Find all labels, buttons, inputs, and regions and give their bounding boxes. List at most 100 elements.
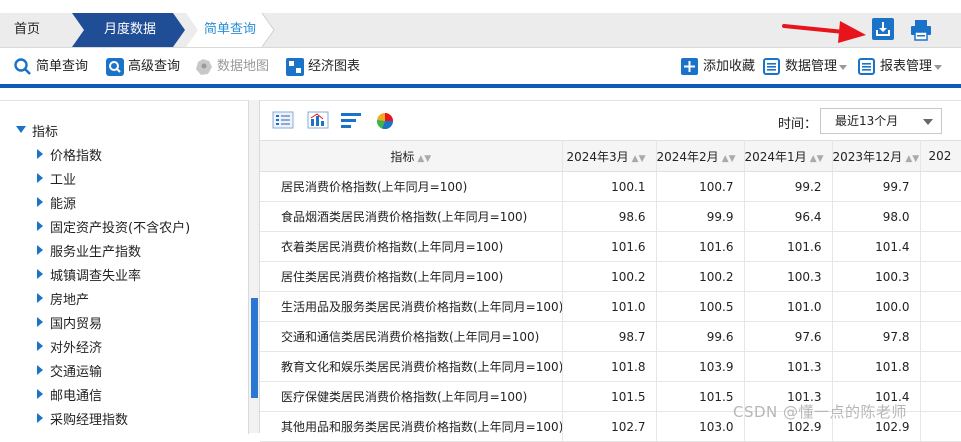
econ-chart-button[interactable]: 经济图表 bbox=[286, 57, 366, 77]
caret-right-icon bbox=[37, 365, 43, 375]
value-cell: 99.2 bbox=[744, 171, 833, 202]
column-header[interactable]: 2024年3月 ▲▼ bbox=[562, 140, 657, 172]
download-button[interactable] bbox=[872, 18, 894, 40]
value-cell: 100.0 bbox=[832, 291, 921, 322]
pie-chart-icon[interactable] bbox=[374, 111, 396, 129]
table-row: 生活用品及服务类居民消费价格指数(上年同月=100) 101.0 100.5 101.… bbox=[260, 291, 961, 322]
indicator-cell[interactable]: 食品烟酒类居民消费价格指数(上年同月=100) bbox=[260, 201, 563, 232]
value-cell bbox=[920, 351, 961, 382]
time-range-value: 最近13个月 bbox=[835, 114, 899, 128]
data-table: 指标 ▲▼ 2024年3月 ▲▼ 2024年2月 ▲▼ 2024年1月 ▲▼ 2023年… bbox=[260, 140, 961, 442]
caret-right-icon bbox=[37, 269, 43, 279]
indicator-cell[interactable]: 衣着类居民消费价格指数(上年同月=100) bbox=[260, 231, 563, 262]
list-icon bbox=[763, 58, 780, 75]
sort-icon: ▲▼ bbox=[721, 153, 736, 164]
tree-item-label: 对外经济 bbox=[50, 341, 103, 356]
column-header[interactable]: 2024年2月 ▲▼ bbox=[656, 140, 745, 172]
value-cell: 101.0 bbox=[562, 291, 657, 322]
sort-icon: ▲▼ bbox=[631, 153, 646, 164]
econ-chart-label: 经济图表 bbox=[308, 59, 361, 74]
value-cell: 98.7 bbox=[562, 321, 657, 352]
column-header-indicator[interactable]: 指标 ▲▼ bbox=[260, 140, 563, 172]
advanced-query-button[interactable]: 高级查询 bbox=[106, 57, 186, 77]
table-row: 食品烟酒类居民消费价格指数(上年同月=100) 98.6 99.9 96.4 98.0 bbox=[260, 201, 961, 232]
value-cell bbox=[920, 261, 961, 292]
caret-right-icon bbox=[37, 245, 43, 255]
value-cell: 99.9 bbox=[656, 201, 745, 232]
value-cell: 99.6 bbox=[656, 321, 745, 352]
print-button[interactable] bbox=[909, 19, 933, 41]
report-manage-button[interactable]: 报表管理 bbox=[858, 57, 946, 77]
chevron-down-icon bbox=[934, 65, 942, 70]
value-cell bbox=[920, 381, 961, 412]
value-cell: 100.3 bbox=[832, 261, 921, 292]
breadcrumb-home[interactable]: 首页 bbox=[0, 13, 70, 47]
data-map-label: 数据地图 bbox=[217, 59, 270, 74]
value-cell: 100.2 bbox=[562, 261, 657, 292]
table-row: 教育文化和娱乐类居民消费价格指数(上年同月=100) 101.8 103.9 101.… bbox=[260, 351, 961, 382]
search-icon bbox=[14, 58, 31, 75]
caret-right-icon bbox=[37, 413, 43, 423]
value-cell: 101.5 bbox=[562, 381, 657, 412]
simple-query-button[interactable]: 简单查询 bbox=[14, 57, 94, 77]
toolbar-divider bbox=[0, 84, 961, 88]
indicator-cell[interactable]: 生活用品及服务类居民消费价格指数(上年同月=100) bbox=[260, 291, 563, 322]
advanced-search-icon bbox=[106, 58, 124, 76]
caret-down-icon bbox=[16, 126, 26, 133]
add-favorite-button[interactable]: 添加收藏 bbox=[681, 57, 755, 77]
indicator-cell[interactable]: 医疗保健类居民消费价格指数(上年同月=100) bbox=[260, 381, 563, 412]
time-range-select[interactable]: 最近13个月 bbox=[820, 108, 942, 134]
data-manage-label: 数据管理 bbox=[785, 59, 838, 74]
value-cell: 100.1 bbox=[562, 171, 657, 202]
indicator-cell[interactable]: 交通和通信类居民消费价格指数(上年同月=100) bbox=[260, 321, 563, 352]
tree-item-label: 采购经理指数 bbox=[50, 413, 129, 428]
breadcrumb: 首页 月度数据 简单查询 bbox=[0, 13, 961, 48]
value-cell: 103.0 bbox=[656, 411, 745, 442]
list-icon bbox=[858, 58, 875, 75]
red-arrow-annotation bbox=[782, 21, 866, 43]
value-cell: 101.4 bbox=[832, 231, 921, 262]
column-header-label: 2024年2月 bbox=[656, 149, 719, 164]
value-cell: 101.6 bbox=[744, 231, 833, 262]
chevron-down-icon bbox=[923, 119, 933, 125]
tree-item-label: 工业 bbox=[50, 173, 77, 188]
tree-item-label: 固定资产投资(不含农户) bbox=[50, 221, 191, 236]
column-header[interactable]: 2024年1月 ▲▼ bbox=[744, 140, 833, 172]
indicator-cell[interactable]: 居民消费价格指数(上年同月=100) bbox=[260, 171, 563, 202]
splitter-handle[interactable] bbox=[251, 298, 258, 398]
value-cell: 97.8 bbox=[832, 321, 921, 352]
indicator-cell[interactable]: 教育文化和娱乐类居民消费价格指数(上年同月=100) bbox=[260, 351, 563, 382]
add-favorite-label: 添加收藏 bbox=[703, 59, 756, 74]
tree-item-label: 邮电通信 bbox=[50, 389, 103, 404]
data-manage-button[interactable]: 数据管理 bbox=[763, 57, 851, 77]
data-map-button[interactable]: 数据地图 bbox=[195, 57, 275, 77]
simple-query-label: 简单查询 bbox=[36, 59, 89, 74]
table-view-icon[interactable] bbox=[272, 111, 294, 129]
value-cell: 101.8 bbox=[832, 351, 921, 382]
column-header[interactable]: 2023年12月 ▲▼ bbox=[832, 140, 921, 172]
tree-item-label: 交通运输 bbox=[50, 365, 103, 380]
advanced-query-label: 高级查询 bbox=[128, 59, 181, 74]
caret-right-icon bbox=[37, 389, 43, 399]
breadcrumb-simple-query[interactable]: 简单查询 bbox=[204, 13, 256, 47]
column-header-label: 指标 bbox=[390, 149, 415, 164]
value-cell: 101.0 bbox=[744, 291, 833, 322]
report-manage-label: 报表管理 bbox=[880, 59, 933, 74]
tree-item-label: 价格指数 bbox=[50, 149, 103, 164]
value-cell: 101.6 bbox=[562, 231, 657, 262]
value-cell bbox=[920, 321, 961, 352]
column-header[interactable]: 202 bbox=[920, 140, 961, 172]
tree-item-label: 城镇调查失业率 bbox=[50, 269, 142, 284]
breadcrumb-monthly-data[interactable]: 月度数据 bbox=[104, 13, 156, 47]
caret-right-icon bbox=[37, 197, 43, 207]
indicator-cell[interactable]: 居住类居民消费价格指数(上年同月=100) bbox=[260, 261, 563, 292]
caret-right-icon bbox=[37, 149, 43, 159]
chevron-down-icon bbox=[839, 65, 847, 70]
value-cell: 100.3 bbox=[744, 261, 833, 292]
value-cell bbox=[920, 171, 961, 202]
value-cell: 101.8 bbox=[562, 351, 657, 382]
bar-chart-icon[interactable] bbox=[307, 111, 329, 129]
indicator-cell[interactable]: 其他用品和服务类居民消费价格指数(上年同月=100) bbox=[260, 411, 563, 442]
text-view-icon[interactable] bbox=[340, 111, 362, 129]
table-row: 交通和通信类居民消费价格指数(上年同月=100) 98.7 99.6 97.6 97.8 bbox=[260, 321, 961, 352]
